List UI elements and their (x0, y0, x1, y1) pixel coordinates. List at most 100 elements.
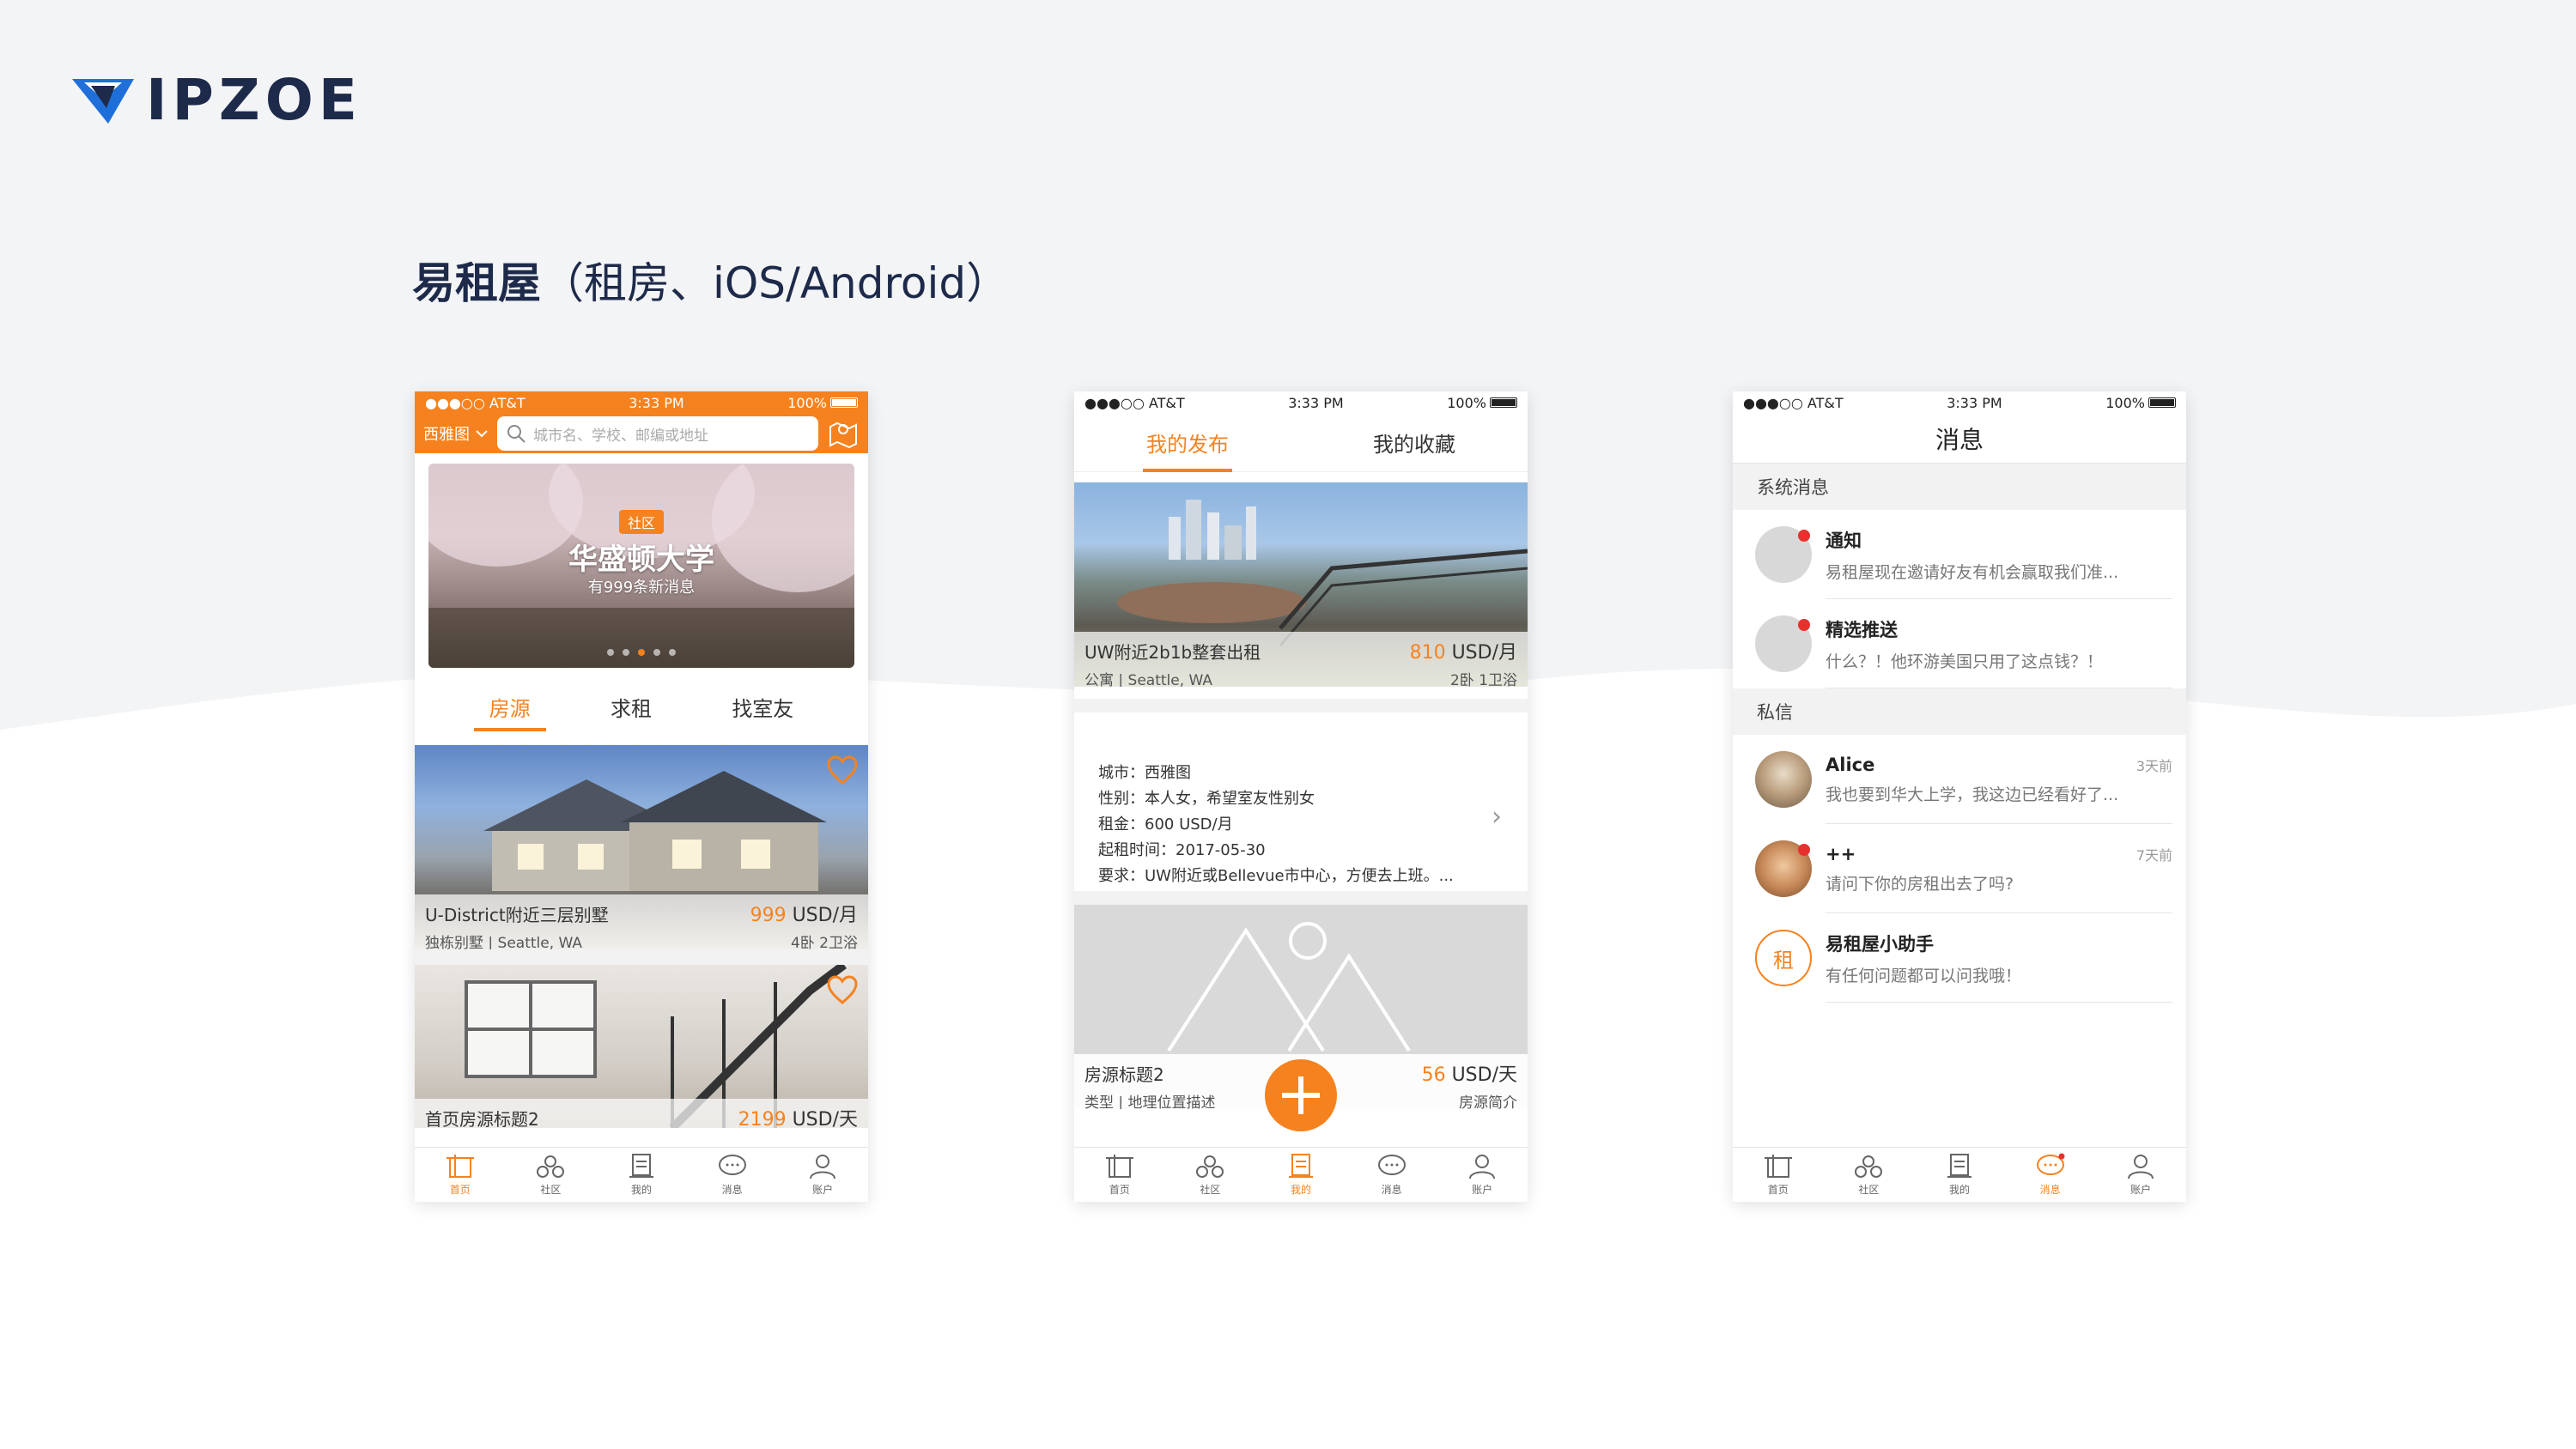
document-icon (1947, 1154, 1971, 1178)
bottom-tabbar: 首页 社区 我的 消息 账户 (1733, 1147, 2186, 1202)
favorite-heart-icon[interactable] (827, 975, 858, 1006)
home-tabs: 房源 求租 找室友 (415, 668, 868, 745)
battery-icon (2148, 397, 2176, 408)
phone-messages-screen: ●●●○○ AT&T 3:33 PM 100% 消息 系统消息 通知 易租屋现在… (1733, 391, 2186, 1202)
tab-community[interactable]: 社区 (535, 1153, 566, 1197)
search-row: 西雅图 城市名、学校、邮编或地址 (415, 414, 868, 453)
tab-community[interactable]: 社区 (1194, 1153, 1225, 1197)
tab-mine[interactable]: 我的 (1285, 1153, 1316, 1197)
unread-dot (1798, 844, 1810, 856)
rent-request-card[interactable]: 城市：西雅图 性别：本人女，希望室友性别女 租金：600 USD/月 起租时间：… (1074, 699, 1528, 905)
logo-text: IPZOE (146, 66, 362, 133)
tab-account[interactable]: 账户 (2125, 1153, 2156, 1197)
tab-home[interactable]: 首页 (445, 1153, 476, 1197)
status-bar: ●●●○○ AT&T 3:33 PM 100% (415, 391, 868, 414)
listing-card[interactable]: U-District附近三层别墅 999 USD/月 独栋别墅 | Seattle… (415, 745, 868, 949)
tab-messages[interactable]: 消息 (2035, 1153, 2066, 1197)
listing-title: UW附近2b1b整套出租 (1084, 642, 1261, 663)
list-item[interactable]: Alice 3天前 我也要到华大上学，我这边已经看好了... (1733, 735, 2186, 824)
banner-pager (428, 649, 854, 656)
bottom-tabbar: 首页 社区 我的 消息 账户 (415, 1147, 868, 1202)
listing-title: 房源标题2 (1084, 1064, 1164, 1085)
chevron-down-icon (476, 430, 488, 438)
chat-icon (2036, 1153, 2065, 1175)
listing-title: U-District附近三层别墅 (425, 905, 609, 925)
logo-mark-icon (72, 79, 134, 124)
plus-icon (1282, 1076, 1320, 1114)
tab-account[interactable]: 账户 (1467, 1153, 1498, 1197)
tab-mine[interactable]: 我的 (626, 1153, 657, 1197)
battery-icon (1490, 397, 1517, 408)
status-bar: ●●●○○ AT&T 3:33 PM 100% (1733, 391, 2186, 414)
home-icon (1764, 1155, 1792, 1178)
unread-dot (1798, 619, 1810, 631)
tab-home[interactable]: 首页 (1104, 1153, 1135, 1197)
avatar (1755, 526, 1812, 583)
tab-account[interactable]: 账户 (807, 1153, 838, 1197)
list-item[interactable]: 租 易租屋小助手 有任何问题都可以问我哦！ (1733, 913, 2186, 1003)
tab-community[interactable]: 社区 (1853, 1153, 1884, 1197)
list-item[interactable]: ++ 7天前 请问下你的房租出去了吗? (1733, 824, 2186, 913)
listing-price: 810 USD/月 (1409, 642, 1517, 664)
home-icon (1105, 1155, 1133, 1178)
community-icon (537, 1155, 565, 1178)
banner-title: 华盛顿大学 (568, 543, 714, 577)
favorite-heart-icon[interactable] (827, 755, 858, 786)
banner-tag: 社区 (618, 510, 665, 534)
tab-mine[interactable]: 我的 (1944, 1153, 1975, 1197)
map-icon[interactable] (827, 418, 860, 449)
listing-card[interactable]: 首页房源标题2 2199 USD/天 (415, 965, 868, 1128)
screen-title: 消息 (1733, 414, 2186, 464)
city-selector[interactable]: 西雅图 (423, 422, 489, 445)
tab-listings[interactable]: 房源 (473, 668, 546, 745)
add-post-button[interactable] (1265, 1059, 1337, 1131)
tab-my-posts[interactable]: 我的发布 (1143, 414, 1232, 472)
tab-messages[interactable]: 消息 (1376, 1153, 1407, 1197)
system-messages-header: 系统消息 (1733, 464, 2186, 510)
community-icon (1196, 1155, 1224, 1178)
listing-info: UW附近2b1b整套出租 810 USD/月 公寓 | Seattle, WA 2卧… (1074, 632, 1528, 687)
house-image (483, 771, 827, 891)
listing-card[interactable]: UW附近2b1b整套出租 810 USD/月 公寓 | Seattle, WA 2卧… (1074, 482, 1528, 687)
chat-icon (1377, 1155, 1406, 1175)
tab-messages[interactable]: 消息 (717, 1153, 748, 1197)
listing-price: 56 USD/天 (1421, 1064, 1517, 1086)
avatar (1755, 615, 1812, 672)
posts-tabs: 我的发布 我的收藏 (1074, 414, 1528, 472)
phone-home-screen: ●●●○○ AT&T 3:33 PM 100% 西雅图 城市名、学校、邮编或地址… (415, 391, 868, 1202)
search-icon (507, 425, 526, 443)
list-item[interactable]: 通知 易租屋现在邀请好友有机会赢取我们准... (1733, 510, 2186, 599)
assistant-avatar: 租 (1755, 930, 1812, 986)
listing-title: 首页房源标题2 (425, 1109, 539, 1128)
banner-subtitle: 有999条新消息 (587, 579, 696, 597)
list-item[interactable]: 精选推送 什么？！他环游美国只用了这点钱？！ (1733, 599, 2186, 688)
listing-price: 999 USD/月 (750, 905, 858, 926)
tab-home[interactable]: 首页 (1763, 1153, 1794, 1197)
unread-dot (1798, 530, 1810, 542)
avatar (1755, 751, 1812, 808)
search-input[interactable]: 城市名、学校、邮编或地址 (497, 416, 818, 451)
user-icon (810, 1155, 836, 1179)
listing-info: 首页房源标题2 2199 USD/天 (415, 1099, 868, 1128)
status-bar: ●●●○○ AT&T 3:33 PM 100% (1074, 391, 1528, 414)
battery-icon (830, 397, 858, 408)
home-icon (446, 1155, 474, 1178)
listing-price: 2199 USD/天 (738, 1109, 858, 1128)
phone-my-posts-screen: ●●●○○ AT&T 3:33 PM 100% 我的发布 我的收藏 UW附近2b… (1074, 391, 1528, 1202)
page-title: 易租屋（租房、iOS/Android） (412, 258, 1010, 308)
assistant-badge: 租 (1773, 948, 1794, 973)
tab-my-favorites[interactable]: 我的收藏 (1373, 414, 1455, 472)
avatar (1755, 840, 1812, 897)
community-icon (1855, 1155, 1883, 1178)
tab-wanted[interactable]: 求租 (595, 668, 667, 745)
chat-icon (718, 1155, 746, 1175)
document-icon (629, 1154, 653, 1178)
chevron-right-icon: › (1492, 802, 1502, 832)
community-banner[interactable]: 社区 华盛顿大学 有999条新消息 (428, 464, 854, 668)
private-messages-header: 私信 (1733, 688, 2186, 735)
tab-roommate[interactable]: 找室友 (716, 668, 809, 745)
bottom-tabbar: 首页 社区 我的 消息 账户 (1074, 1147, 1528, 1202)
user-icon (1469, 1155, 1496, 1179)
listing-info: U-District附近三层别墅 999 USD/月 独栋别墅 | Seattle… (415, 894, 868, 949)
document-icon (1288, 1154, 1313, 1178)
